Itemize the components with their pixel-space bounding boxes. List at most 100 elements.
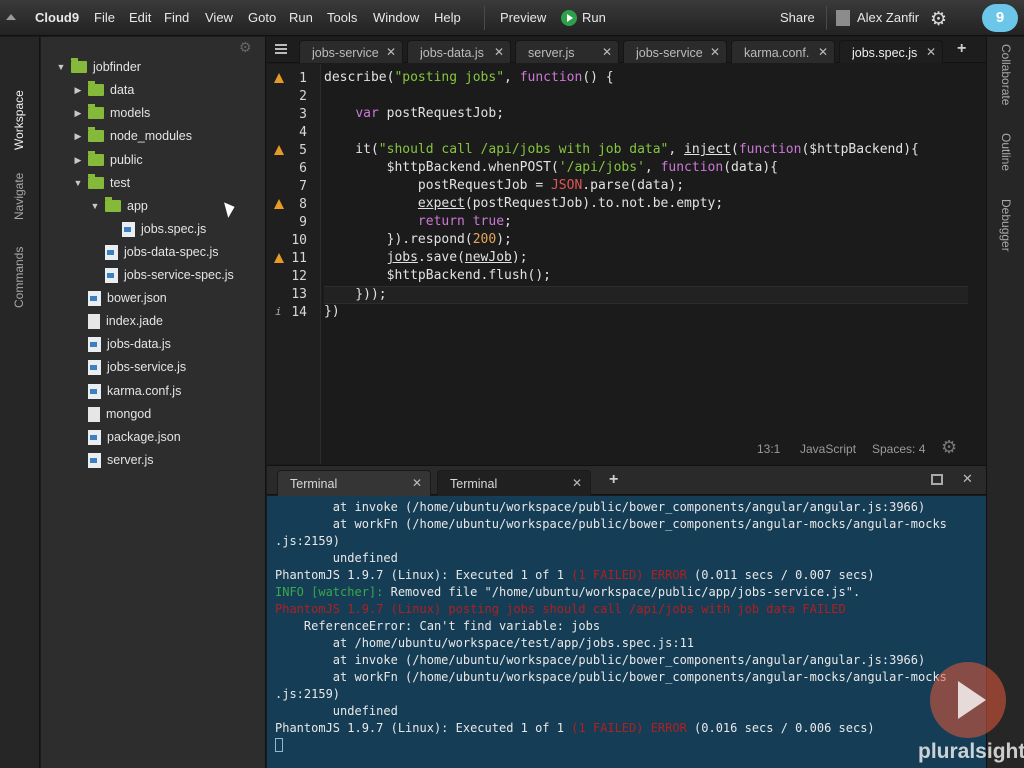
caret-right-icon[interactable]: ▶ [72,155,84,166]
add-terminal-button[interactable]: + [609,471,618,489]
panel-tab-commands[interactable]: Commands [12,208,28,308]
editor-tab[interactable]: jobs.spec.js ✕ [839,40,943,63]
tree-item[interactable]: karma.conf.js [72,381,181,401]
caret-down-icon[interactable]: ▼ [55,62,67,72]
menu-edit[interactable]: Edit [129,10,151,25]
tree-item[interactable]: bower.json [72,288,167,308]
caret-right-icon[interactable]: ▶ [72,108,84,119]
tree-item[interactable]: jobs-data-spec.js [89,242,219,262]
line-number[interactable]: 2 [267,88,321,106]
tree-item[interactable]: jobs-service-spec.js [89,265,234,285]
close-icon[interactable]: ✕ [412,476,422,490]
close-icon[interactable]: ✕ [602,45,612,59]
menu-find[interactable]: Find [164,10,189,25]
tree-item[interactable]: index.jade [72,311,163,331]
caret-right-icon[interactable]: ▶ [72,85,84,96]
panel-tab-navigate[interactable]: Navigate [12,120,28,220]
tab-terminal-1[interactable]: Terminal ✕ [277,470,431,496]
caret-down-icon[interactable]: ▼ [89,201,101,211]
tree-item[interactable]: jobs.spec.js [106,219,206,239]
code-line[interactable]: postRequestJob = JSON.parse(data); [324,178,684,196]
line-number[interactable]: 9 [267,214,321,232]
line-number[interactable]: 13 [267,286,321,304]
code-line[interactable]: $httpBackend.whenPOST('/api/jobs', funct… [324,160,778,178]
editor-tab[interactable]: karma.conf. ✕ [731,40,835,63]
editor-tab[interactable]: jobs-data.js ✕ [407,40,511,63]
tree-item[interactable]: ▼ test [72,173,130,193]
code-line[interactable]: })); [324,286,968,304]
line-number[interactable]: 1 [267,70,321,88]
menu-help[interactable]: Help [434,10,461,25]
preview-button[interactable]: Preview [500,10,546,25]
line-number[interactable]: 7 [267,178,321,196]
line-number[interactable]: 4 [267,124,321,142]
cloud9-logo-icon[interactable]: 9 [982,4,1018,32]
warning-icon[interactable] [274,73,284,83]
play-icon[interactable] [561,10,577,26]
code-line[interactable]: describe("posting jobs", function() { [324,70,614,88]
tab-terminal-2[interactable]: Terminal ✕ [437,470,591,496]
code-line[interactable]: }) [324,304,340,322]
code-line[interactable]: expect(postRequestJob).to.not.be.empty; [324,196,723,214]
line-number[interactable]: 12 [267,268,321,286]
app-brand[interactable]: Cloud9 [35,10,79,25]
maximize-icon[interactable] [931,474,943,485]
tree-item[interactable]: jobs-service.js [72,357,186,377]
panel-tab-debugger[interactable]: Debugger [997,199,1013,299]
line-number[interactable]: 6 [267,160,321,178]
warning-icon[interactable] [274,145,284,155]
close-panel-icon[interactable]: ✕ [962,471,973,487]
line-number[interactable]: 10 [267,232,321,250]
code-line[interactable]: return true; [324,214,512,232]
caret-right-icon[interactable]: ▶ [72,131,84,142]
menu-window[interactable]: Window [373,10,419,25]
language-mode[interactable]: JavaScript [800,442,856,456]
line-number[interactable]: 11 [267,250,321,268]
code-line[interactable]: var postRequestJob; [324,106,504,124]
code-editor[interactable]: 1 2 3 4 5 6 7 8 9 10 11 12 13 i 14 describe("posting j… [267,64,986,464]
tree-item[interactable]: jobs-data.js [72,334,171,354]
tree-item[interactable]: ▶ node_modules [72,126,192,146]
tab-menu-icon[interactable] [275,44,287,54]
editor-settings-gear-icon[interactable]: ⚙ [941,437,957,458]
gear-icon[interactable]: ⚙ [930,8,947,31]
tree-item[interactable]: package.json [72,427,181,447]
close-icon[interactable]: ✕ [572,476,582,490]
menu-view[interactable]: View [205,10,233,25]
run-button[interactable]: Run [582,10,606,25]
tree-item[interactable]: ▼ jobfinder [55,57,141,77]
menu-file[interactable]: File [94,10,115,25]
tree-item[interactable]: ▶ models [72,103,150,123]
user-icon[interactable] [836,10,850,26]
close-icon[interactable]: ✕ [818,45,828,59]
editor-tab[interactable]: jobs-service ✕ [623,40,727,63]
menu-goto[interactable]: Goto [248,10,276,25]
add-tab-button[interactable]: + [957,40,966,58]
info-icon[interactable]: i [275,305,282,318]
menu-run[interactable]: Run [289,10,313,25]
tree-item[interactable]: ▶ data [72,80,134,100]
caret-down-icon[interactable]: ▼ [72,178,84,188]
terminal-output[interactable]: at invoke (/home/ubuntu/workspace/public… [267,496,986,768]
close-icon[interactable]: ✕ [386,45,396,59]
tree-item[interactable]: mongod [72,404,151,424]
editor-tab[interactable]: jobs-service ✕ [299,40,403,63]
warning-icon[interactable] [274,199,284,209]
code-line[interactable]: }).respond(200); [324,232,512,250]
tree-item[interactable]: server.js [72,450,154,470]
line-number[interactable]: 5 [267,142,321,160]
tree-item[interactable]: ▶ public [72,150,143,170]
line-number[interactable]: i 14 [267,304,321,322]
editor-tab[interactable]: server.js ✕ [515,40,619,63]
close-icon[interactable]: ✕ [926,45,936,59]
line-number[interactable]: 3 [267,106,321,124]
indent-setting[interactable]: Spaces: 4 [872,442,925,456]
collapse-up-icon[interactable] [6,14,16,20]
warning-icon[interactable] [274,253,284,263]
code-line[interactable]: it("should call /api/jobs with job data"… [324,142,919,160]
line-number[interactable]: 8 [267,196,321,214]
tree-settings-gear-icon[interactable]: ⚙ [239,39,252,56]
code-line[interactable]: $httpBackend.flush(); [324,268,551,286]
tree-item[interactable]: ▼ app [89,196,148,216]
close-icon[interactable]: ✕ [710,45,720,59]
